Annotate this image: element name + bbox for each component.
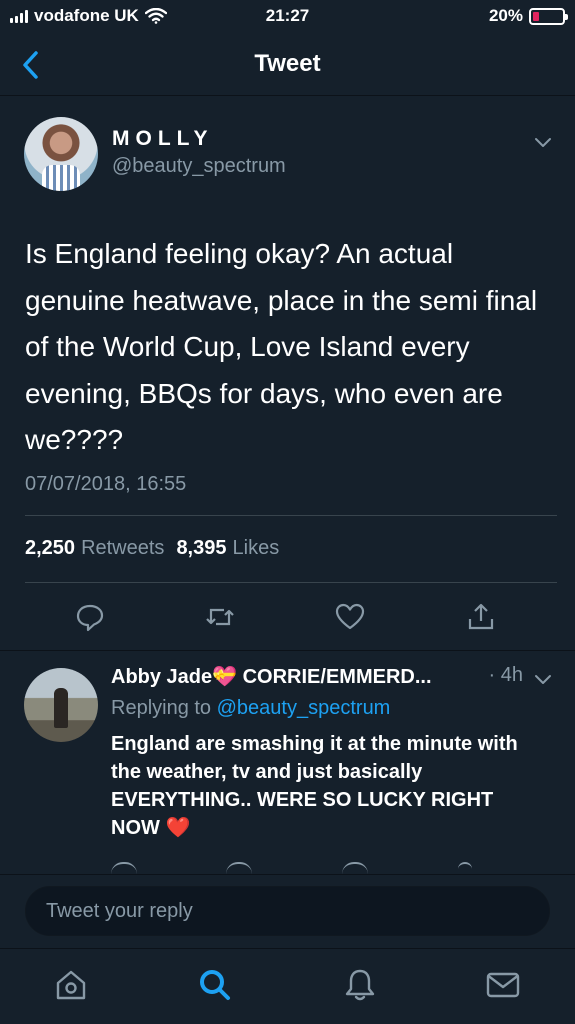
author-display-name[interactable]: MOLLY (112, 127, 214, 151)
battery-percent: 20% (488, 6, 523, 25)
tweet-actions (0, 601, 575, 641)
replying-prefix: Replying to (111, 697, 212, 719)
reply-author-avatar[interactable] (24, 668, 98, 742)
likes-count[interactable]: 8,395 Likes (176, 537, 279, 560)
nav-bar: Tweet (0, 34, 575, 96)
heart-emoji: ❤️ (165, 817, 191, 839)
reply-actions (0, 862, 575, 874)
retweets-label: Retweets (81, 537, 165, 559)
reply-time: · 4h (488, 664, 523, 686)
status-right: 20% (488, 6, 568, 26)
status-bar: vodafone UK 21:27 20% (0, 0, 575, 34)
search-icon[interactable] (197, 967, 233, 1003)
reply-text: England are smashing it at the minute wi… (111, 730, 541, 842)
home-icon[interactable] (53, 967, 89, 1003)
share-icon[interactable] (465, 601, 497, 633)
notifications-icon[interactable] (342, 967, 378, 1003)
battery-icon (529, 7, 568, 25)
reply-composer-area: Tweet your reply (0, 874, 575, 948)
heart-icon[interactable] (342, 862, 368, 874)
page-title: Tweet (254, 50, 321, 77)
heart-icon[interactable] (334, 601, 366, 633)
tweet-text: Is England feeling okay? An actual genui… (25, 238, 538, 455)
divider (25, 515, 557, 516)
tab-bar (0, 948, 575, 1024)
reply-icon[interactable] (74, 601, 106, 633)
battery-fill (533, 11, 539, 21)
reply-icon[interactable] (111, 862, 137, 874)
chevron-down-icon[interactable] (533, 672, 553, 686)
retweets-number: 2,250 (25, 537, 76, 559)
author-handle[interactable]: @beauty_spectrum (112, 155, 286, 178)
likes-number: 8,395 (176, 537, 227, 559)
retweet-icon[interactable] (204, 601, 236, 633)
retweets-count[interactable]: 2,250 Retweets (25, 537, 164, 560)
reply-tweet[interactable]: Abby Jade💝 CORRIE/EMMERD... · 4h Replyin… (0, 650, 575, 874)
author-avatar[interactable] (24, 117, 98, 191)
retweet-icon[interactable] (226, 862, 252, 874)
chevron-down-icon[interactable] (533, 135, 553, 149)
divider (25, 582, 557, 583)
tweet-timestamp: 07/07/2018, 16:55 (25, 473, 187, 495)
likes-label: Likes (232, 537, 280, 559)
replying-to: Replying to @beauty_spectrum (111, 697, 390, 720)
reply-author-name[interactable]: Abby Jade💝 CORRIE/EMMERD... (111, 664, 471, 689)
reply-input[interactable]: Tweet your reply (25, 886, 550, 936)
messages-icon[interactable] (485, 967, 521, 1003)
mention-link[interactable]: @beauty_spectrum (217, 697, 391, 719)
share-icon[interactable] (458, 862, 472, 874)
engagement-counts: 2,250 Retweets 8,395 Likes (25, 537, 285, 560)
